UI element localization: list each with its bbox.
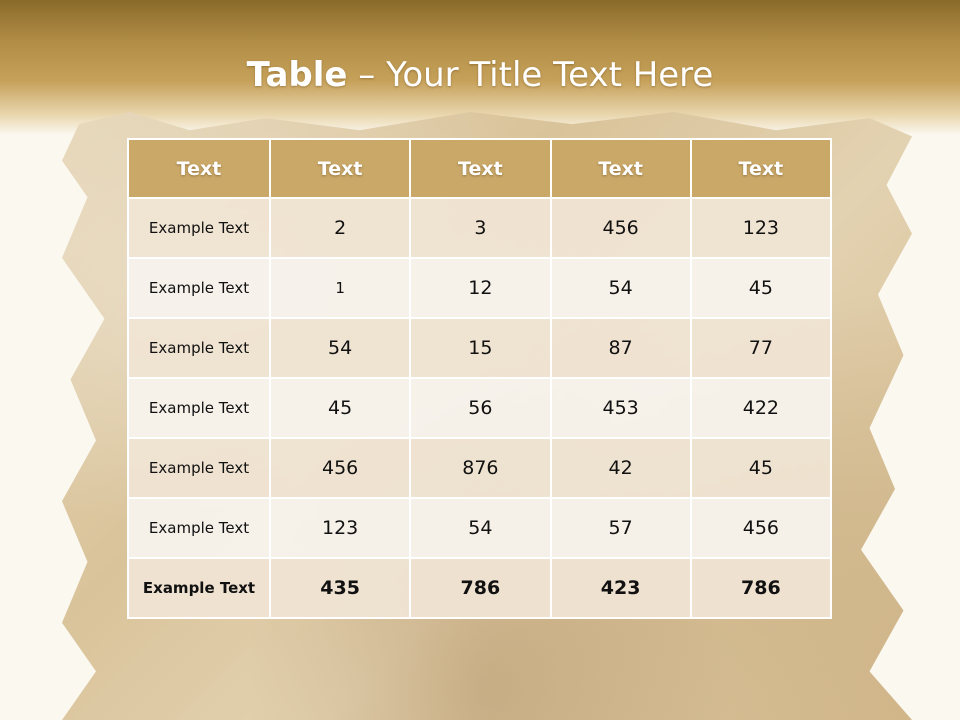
column-header: Text: [127, 138, 271, 199]
column-header: Text: [689, 138, 833, 199]
row-label: Example Text: [127, 497, 271, 559]
table-cell: 56: [409, 377, 552, 439]
table-cell: 786: [409, 557, 552, 619]
data-table-container: Text Text Text Text Text Example Text 2 …: [127, 138, 833, 619]
table-cell: 435: [268, 557, 412, 619]
table-cell: 57: [549, 497, 692, 559]
table-cell: 456: [549, 197, 692, 259]
title-bold: Table: [246, 55, 348, 95]
table-row: Example Text 54 15 87 77: [127, 317, 833, 379]
table-cell: 456: [689, 497, 833, 559]
table-cell: 45: [268, 377, 412, 439]
table-row: Example Text 456 876 42 45: [127, 437, 833, 499]
table-cell: 15: [409, 317, 552, 379]
column-header: Text: [549, 138, 692, 199]
table-cell: 876: [409, 437, 552, 499]
table-cell: 54: [268, 317, 412, 379]
table-row: Example Text 2 3 456 123: [127, 197, 833, 259]
table-row: Example Text 123 54 57 456: [127, 497, 833, 559]
table-cell: 1: [268, 257, 412, 319]
table-row-total: Example Text 435 786 423 786: [127, 557, 833, 619]
table-cell: 3: [409, 197, 552, 259]
header-row: Text Text Text Text Text: [127, 138, 833, 199]
data-table: Text Text Text Text Text Example Text 2 …: [127, 138, 833, 619]
table-cell: 42: [549, 437, 692, 499]
table-row: Example Text 1 12 54 45: [127, 257, 833, 319]
table-row: Example Text 45 56 453 422: [127, 377, 833, 439]
column-header: Text: [268, 138, 412, 199]
table-cell: 45: [689, 257, 833, 319]
column-header: Text: [409, 138, 552, 199]
row-label: Example Text: [127, 377, 271, 439]
table-cell: 45: [689, 437, 833, 499]
table-cell: 422: [689, 377, 833, 439]
table-cell: 123: [689, 197, 833, 259]
table-cell: 12: [409, 257, 552, 319]
table-cell: 2: [268, 197, 412, 259]
table-cell: 87: [549, 317, 692, 379]
table-cell: 123: [268, 497, 412, 559]
table-cell: 77: [689, 317, 833, 379]
row-label: Example Text: [127, 437, 271, 499]
table-cell: 54: [549, 257, 692, 319]
table-cell: 786: [689, 557, 833, 619]
table-cell: 453: [549, 377, 692, 439]
row-label: Example Text: [127, 557, 271, 619]
table-cell: 423: [549, 557, 692, 619]
title-rest: – Your Title Text Here: [347, 55, 714, 95]
row-label: Example Text: [127, 197, 271, 259]
row-label: Example Text: [127, 257, 271, 319]
table-cell: 54: [409, 497, 552, 559]
row-label: Example Text: [127, 317, 271, 379]
table-cell: 456: [268, 437, 412, 499]
slide-title: Table – Your Title Text Here: [0, 52, 960, 98]
